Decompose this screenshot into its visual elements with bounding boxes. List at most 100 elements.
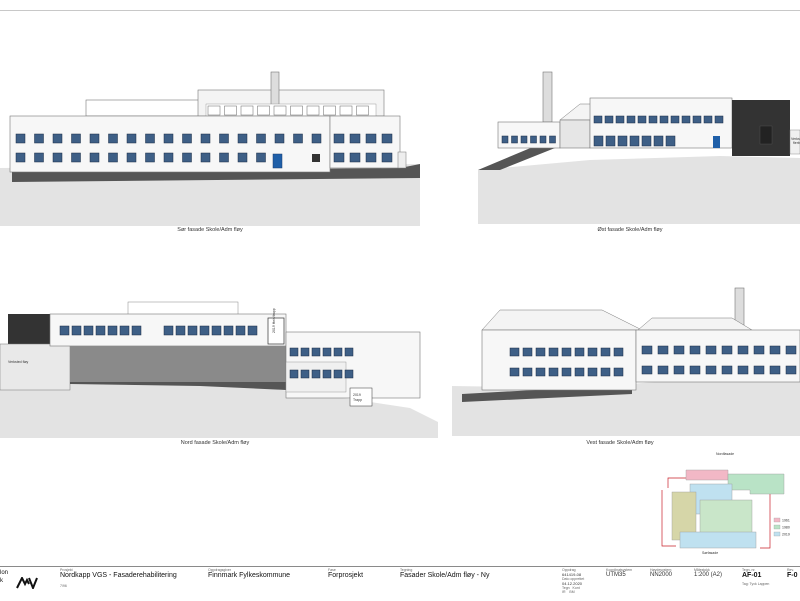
window — [561, 347, 572, 357]
window — [175, 325, 186, 336]
window — [753, 345, 765, 355]
base-wall — [70, 346, 286, 382]
window — [705, 365, 717, 375]
window — [689, 345, 701, 355]
window — [587, 367, 598, 377]
caption-south: Sør fasade Skole/Adm fløy — [177, 227, 243, 233]
window — [703, 115, 713, 124]
svg-text:flerb: flerb — [793, 141, 800, 145]
window — [344, 369, 354, 379]
legend-swatch — [773, 531, 781, 537]
window — [617, 135, 628, 147]
window — [593, 135, 604, 147]
window — [163, 152, 174, 163]
window — [187, 325, 198, 336]
window — [365, 133, 377, 144]
phase-name: Forprosjekt — [328, 572, 364, 579]
south-elevation — [0, 71, 420, 226]
window — [613, 347, 624, 357]
clerestory-window — [224, 105, 237, 116]
window — [311, 347, 321, 357]
key-plan-north-label: Nordfasade — [716, 452, 734, 456]
caption-east: Øst fasade Skole/Adm fløy — [597, 227, 663, 233]
window — [333, 369, 343, 379]
window — [530, 135, 537, 144]
window — [89, 133, 100, 144]
window — [182, 152, 192, 163]
upper-volume — [85, 99, 211, 117]
drawing-sheet: Sør fasade Skole/Adm fløy Verksted flerb… — [0, 0, 800, 601]
window — [721, 365, 733, 375]
window — [587, 347, 598, 357]
legend-swatch — [773, 517, 781, 523]
clerestory-window — [240, 105, 254, 116]
window — [15, 133, 26, 144]
window — [126, 133, 137, 144]
clerestory-window — [257, 105, 270, 116]
window — [311, 369, 321, 379]
phase-field: Fase Forprosjekt — [328, 568, 364, 579]
window — [509, 367, 520, 377]
window — [548, 347, 559, 357]
window — [613, 367, 624, 377]
window — [333, 347, 343, 357]
window — [535, 367, 546, 377]
window — [289, 369, 299, 379]
window — [256, 133, 266, 144]
legend-label: 2019 — [782, 533, 790, 537]
window — [235, 325, 246, 336]
window — [509, 347, 520, 357]
window — [692, 115, 702, 124]
window — [247, 325, 258, 336]
key-plan: Nordfasade Sørfasade 1961 1980 2019 — [661, 452, 790, 555]
window — [293, 133, 303, 144]
window — [237, 133, 248, 144]
window — [659, 115, 669, 124]
window — [641, 365, 653, 375]
window — [71, 133, 81, 144]
east-elevation: Verksted flerb — [478, 71, 800, 224]
ground-fill — [478, 156, 800, 224]
revision-field: Rev. F-0 — [787, 568, 798, 579]
client-field: Oppdragsgiver Finnmark Fylkeskommune — [208, 568, 291, 579]
window — [626, 115, 636, 124]
label-verksted-north: Verksted fløy — [8, 360, 28, 364]
window — [681, 115, 691, 124]
client-name: Finnmark Fylkeskommune — [208, 572, 291, 579]
window — [629, 135, 640, 147]
key-plan-legend: 1961 1980 2019 — [773, 517, 790, 537]
zone-1980 — [727, 473, 785, 495]
project-name: Nordkapp VGS - Fasaderehabilitering — [60, 572, 177, 579]
caption-west: Vest fasade Skole/Adm fløy — [586, 440, 654, 446]
window — [52, 133, 63, 144]
window — [349, 133, 361, 144]
window — [673, 345, 685, 355]
north-elevation: Verksted fløy 2019 Heis/trapp 2019 Trapp — [0, 301, 438, 438]
window — [600, 367, 611, 377]
window — [615, 115, 625, 124]
window — [574, 367, 585, 377]
clerestory-window — [290, 105, 303, 116]
stair-box — [349, 387, 373, 407]
window — [653, 135, 664, 147]
window — [52, 152, 63, 163]
window — [548, 367, 559, 377]
window — [689, 365, 701, 375]
company-logo-icon — [16, 577, 38, 589]
window — [289, 347, 299, 357]
window — [333, 152, 345, 163]
window — [785, 345, 797, 355]
window — [673, 365, 685, 375]
window — [119, 325, 130, 336]
clerestory-window — [339, 105, 353, 116]
window — [300, 347, 310, 357]
window — [182, 133, 192, 144]
window — [641, 345, 653, 355]
window — [605, 135, 616, 147]
window — [600, 347, 611, 357]
window — [163, 325, 174, 336]
window — [604, 115, 614, 124]
window — [237, 152, 248, 163]
dark-block — [8, 314, 50, 344]
sheet-field: Tegn. nr. AF-01 Tag: Tyvk Lappen — [742, 568, 770, 586]
